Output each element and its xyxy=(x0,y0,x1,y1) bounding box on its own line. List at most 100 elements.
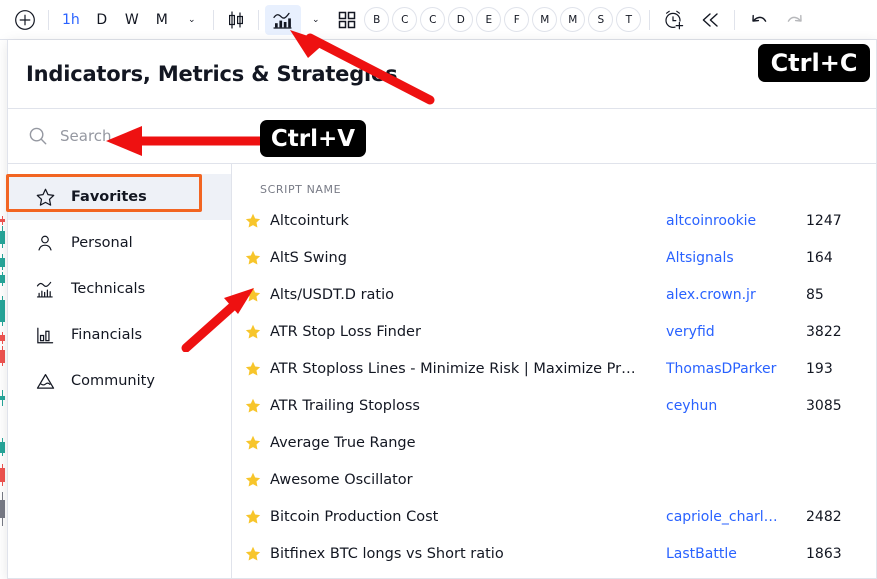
script-author-link[interactable]: alex.crown.jr xyxy=(666,287,806,303)
script-author-link[interactable]: ceyhun xyxy=(666,398,806,414)
badge-d[interactable]: D xyxy=(448,7,474,32)
script-likes-count: 164 xyxy=(806,249,833,266)
timeframe-w[interactable]: W xyxy=(117,5,147,35)
toolbar-divider xyxy=(48,9,49,30)
toolbar-divider xyxy=(257,9,259,30)
redo-button[interactable] xyxy=(777,5,813,35)
script-author-link[interactable]: LastBattle xyxy=(666,546,806,562)
script-rows: Altcointurk altcoinrookie 1247 AltS Swing Al… xyxy=(232,202,876,572)
badge-m-1[interactable]: M xyxy=(532,7,558,32)
candlestick xyxy=(0,492,5,526)
script-name: AltS Swing xyxy=(270,249,347,266)
undo-arrow-icon xyxy=(752,14,767,22)
script-name: Bitcoin Production Cost xyxy=(270,508,439,525)
table-row[interactable]: Altcointurk altcoinrookie 1247 xyxy=(232,202,876,239)
timeframe-dropdown-chevron-down-icon[interactable]: ⌄ xyxy=(177,5,207,35)
badge-m-2[interactable]: M xyxy=(560,7,586,32)
script-likes-count: 1863 xyxy=(806,545,842,562)
keyboard-badge-copy: Ctrl+C xyxy=(758,44,870,82)
bar-chart-icon xyxy=(34,324,56,346)
sidebar-item-personal[interactable]: Personal xyxy=(8,220,231,266)
table-row[interactable]: ATR Stoploss Lines - Minimize Risk | Max… xyxy=(232,350,876,387)
candlestick-icon xyxy=(228,10,243,29)
candlestick xyxy=(0,464,5,486)
sidebar-item-technicals[interactable]: Technicals xyxy=(8,266,231,312)
dialog-title: Indicators, Metrics & Strategies xyxy=(26,62,398,86)
script-likes-count: 193 xyxy=(806,360,833,377)
layout-button[interactable] xyxy=(331,5,363,35)
script-likes-count: 85 xyxy=(806,286,824,303)
table-row[interactable]: ATR Stop Loss Finder veryfid 3822 xyxy=(232,313,876,350)
add-symbol-button[interactable] xyxy=(8,5,42,35)
timeframe-d[interactable]: D xyxy=(87,5,117,35)
sidebar-item-community[interactable]: Community xyxy=(8,358,231,404)
sidebar-item-label: Personal xyxy=(71,235,133,251)
dialog-body: Favorites Personal Technicals Financials… xyxy=(8,164,876,578)
create-alert-button[interactable] xyxy=(656,5,692,35)
candlestick xyxy=(0,226,5,248)
column-header-script-name: SCRIPT NAME xyxy=(260,183,342,196)
star-outline-icon xyxy=(34,186,56,208)
candlestick xyxy=(0,272,5,286)
favorite-star-icon[interactable] xyxy=(244,212,270,230)
sidebar-item-label: Financials xyxy=(71,327,143,343)
favorite-star-icon[interactable] xyxy=(244,397,270,415)
script-author-link[interactable]: ThomasDParker xyxy=(666,361,806,377)
table-row[interactable]: Bitcoin Production Cost capriole_charl… 24… xyxy=(232,498,876,535)
favorite-star-icon[interactable] xyxy=(244,323,270,341)
favorite-star-icon[interactable] xyxy=(244,249,270,267)
timeframe-m[interactable]: M xyxy=(147,5,177,35)
badge-t[interactable]: T xyxy=(616,7,642,32)
indicators-dropdown-chevron-down-icon[interactable]: ⌄ xyxy=(301,5,331,35)
favorite-star-icon[interactable] xyxy=(244,434,270,452)
script-name: ATR Stoploss Lines - Minimize Risk | Max… xyxy=(270,360,636,377)
undo-button[interactable] xyxy=(741,5,777,35)
table-row[interactable]: Bitfinex BTC longs vs Short ratio LastBat… xyxy=(232,535,876,572)
candlestick xyxy=(0,296,5,326)
indicators-chart-icon xyxy=(273,12,292,29)
favorite-star-icon[interactable] xyxy=(244,508,270,526)
script-name: Bitfinex BTC longs vs Short ratio xyxy=(270,545,504,562)
sidebar-item-financials[interactable]: Financials xyxy=(8,312,231,358)
script-author-link[interactable]: Altsignals xyxy=(666,250,806,266)
badge-e[interactable]: E xyxy=(476,7,502,32)
candlestick xyxy=(0,438,5,456)
table-row[interactable]: Awesome Oscillator xyxy=(232,461,876,498)
script-author-link[interactable]: altcoinrookie xyxy=(666,213,806,229)
search-row[interactable] xyxy=(8,108,876,164)
script-name: Alts/USDT.D ratio xyxy=(270,286,395,303)
favorite-star-icon[interactable] xyxy=(244,360,270,378)
table-row[interactable]: Alts/USDT.D ratio alex.crown.jr 85 xyxy=(232,276,876,313)
redo-arrow-icon xyxy=(787,14,802,22)
candlestick xyxy=(0,390,5,406)
toolbar-divider xyxy=(212,9,214,30)
script-author-link[interactable]: capriole_charl… xyxy=(666,509,806,525)
badge-c-1[interactable]: C xyxy=(392,7,418,32)
script-name: Average True Range xyxy=(270,434,416,451)
table-row[interactable]: ATR Trailing Stoploss ceyhun 3085 xyxy=(232,387,876,424)
plus-circle-icon xyxy=(15,9,35,30)
script-likes-count: 3085 xyxy=(806,397,842,414)
sidebar-item-favorites[interactable]: Favorites xyxy=(8,174,231,220)
favorite-star-icon[interactable] xyxy=(244,545,270,563)
badge-s[interactable]: S xyxy=(588,7,614,32)
table-row[interactable]: AltS Swing Altsignals 164 xyxy=(232,239,876,276)
timeframe-1h[interactable]: 1h xyxy=(55,5,87,35)
indicators-button[interactable] xyxy=(264,4,301,35)
favorite-star-icon[interactable] xyxy=(244,286,270,304)
script-likes-count: 3822 xyxy=(806,323,842,340)
badge-f[interactable]: F xyxy=(504,7,530,32)
favorite-star-icon[interactable] xyxy=(244,471,270,489)
chart-style-candlestick-button[interactable] xyxy=(220,5,252,35)
candlestick xyxy=(0,346,5,366)
toolbar-divider xyxy=(648,9,650,30)
script-name: ATR Trailing Stoploss xyxy=(270,397,420,414)
badge-c-2[interactable]: C xyxy=(420,7,446,32)
badge-b[interactable]: B xyxy=(364,7,390,32)
bar-replay-button[interactable] xyxy=(692,5,728,35)
indicators-dialog: Indicators, Metrics & Strategies Favorit… xyxy=(7,40,877,579)
sidebar-item-label: Favorites xyxy=(71,189,147,205)
person-icon xyxy=(34,232,56,254)
script-author-link[interactable]: veryfid xyxy=(666,324,806,340)
table-row[interactable]: Average True Range xyxy=(232,424,876,461)
